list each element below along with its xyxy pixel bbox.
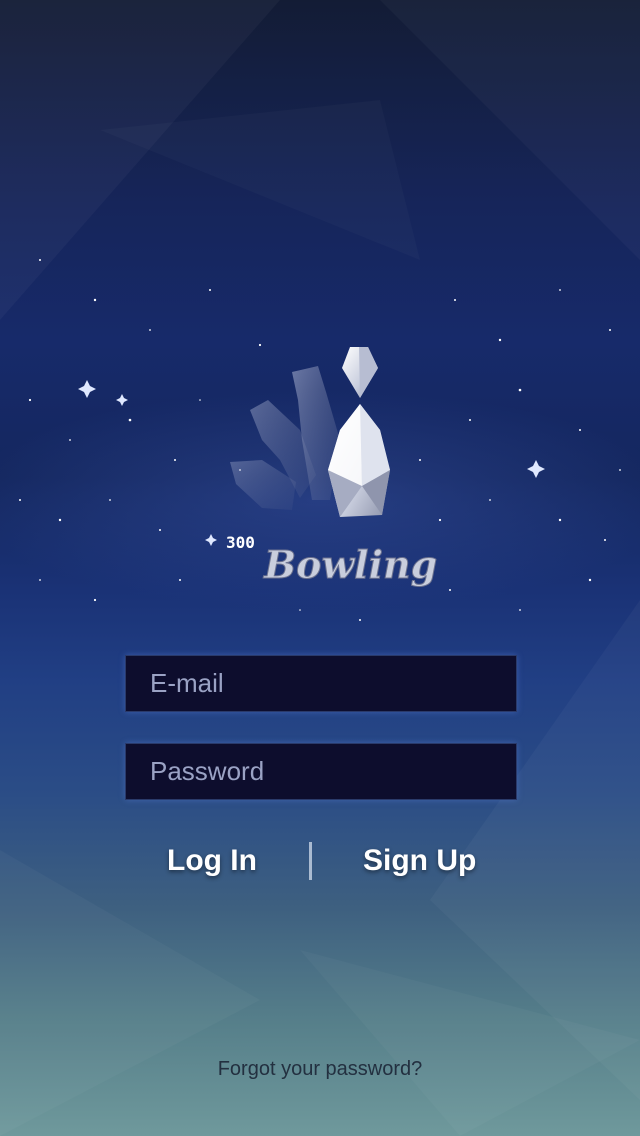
background-decoration [0, 259, 640, 621]
login-button[interactable]: Log In [167, 838, 257, 884]
auth-actions: Log In Sign Up [0, 838, 640, 884]
brand-wordmark: 300 Bowling [226, 533, 438, 588]
email-field-container [125, 655, 517, 712]
forgot-password-link[interactable]: Forgot your password? [0, 1058, 640, 1081]
brand-number: 300 [226, 533, 255, 552]
brand-name: Bowling [263, 542, 437, 587]
password-field[interactable] [126, 744, 516, 799]
password-field-container [125, 743, 517, 800]
email-field[interactable] [126, 656, 516, 711]
actions-divider [309, 842, 312, 880]
bowling-pin-logo [230, 347, 390, 517]
signup-button[interactable]: Sign Up [363, 838, 476, 884]
